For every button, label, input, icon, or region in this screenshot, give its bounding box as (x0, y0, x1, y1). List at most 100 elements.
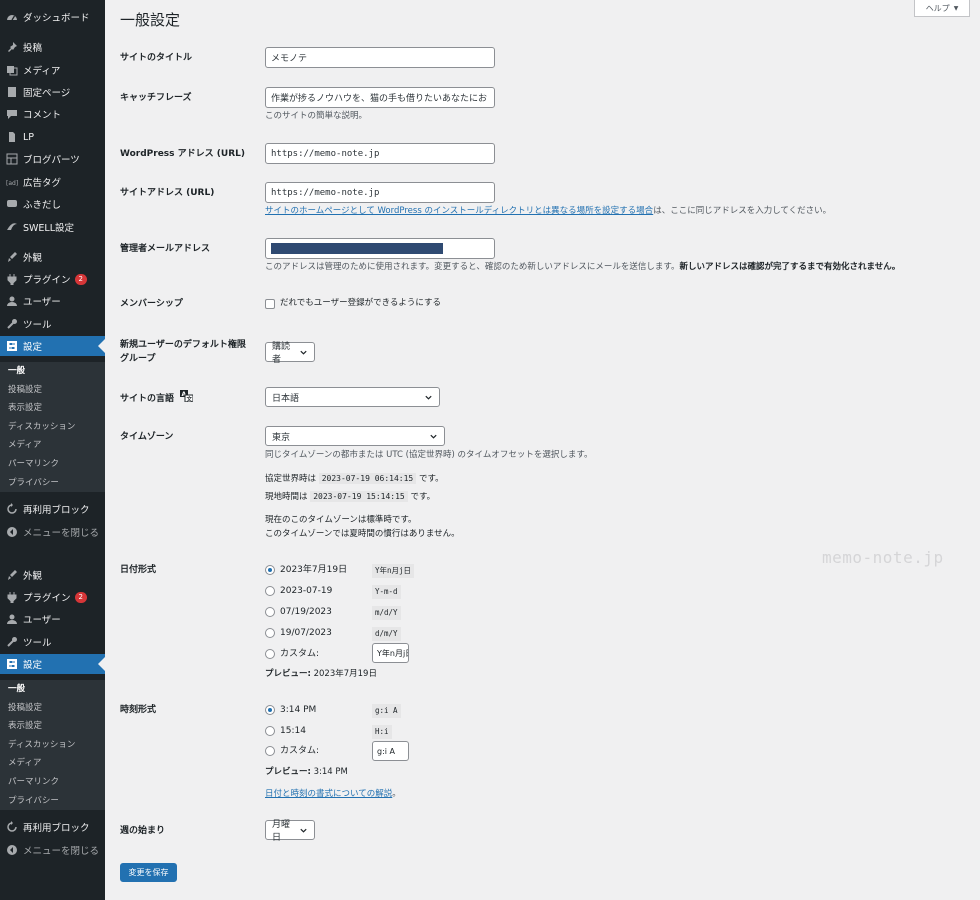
submenu-item-reading[interactable]: 表示設定 (0, 399, 105, 418)
sidebar-item-blog-parts[interactable]: ブログパーツ (0, 149, 105, 169)
timezone-select[interactable]: 東京 (265, 426, 445, 446)
sidebar-item-label: ふきだし (23, 200, 62, 211)
submenu-item-writing[interactable]: 投稿設定 (0, 381, 105, 400)
page-icon (6, 86, 18, 98)
time-format-custom-input[interactable]: g:i A (372, 741, 409, 761)
sidebar-item-reusable-blocks[interactable]: 再利用ブロック (0, 499, 105, 519)
timezone-value: 東京 (272, 432, 291, 443)
sidebar-item-plugins[interactable]: プラグイン 2 (0, 587, 105, 607)
time-format-radio-custom[interactable] (265, 746, 275, 756)
date-format-radio-4[interactable] (265, 628, 275, 638)
document-icon (6, 131, 18, 143)
submenu-item-privacy[interactable]: プライバシー (0, 792, 105, 811)
sidebar-item-users[interactable]: ユーザー (0, 291, 105, 311)
time-format-radio-2[interactable] (265, 726, 275, 736)
default-role-label-line1: 新規ユーザーのデフォルト権限 (120, 340, 246, 350)
collapse-menu-button[interactable]: メニューを閉じる (0, 522, 105, 542)
sidebar-item-media[interactable]: メディア (0, 60, 105, 80)
date-format-radio-custom[interactable] (265, 649, 275, 659)
comment-icon (6, 108, 18, 120)
submenu-item-permalinks[interactable]: パーマリンク (0, 455, 105, 474)
site-title-input[interactable]: メモノテ (265, 47, 495, 68)
help-tab-button[interactable]: ヘルプ ▼ (914, 0, 970, 17)
time-format-radio-1[interactable] (265, 705, 275, 715)
submenu-item-general[interactable]: 一般 (0, 680, 105, 699)
sidebar-item-plugins[interactable]: プラグイン 2 (0, 269, 105, 289)
sidebar-item-appearance[interactable]: 外観 (0, 565, 105, 585)
time-format-custom-label: カスタム: (280, 746, 320, 756)
membership-checkbox-label: だれでもユーザー登録ができるようにする (280, 298, 441, 308)
save-changes-button[interactable]: 変更を保存 (120, 863, 177, 882)
submenu-item-writing[interactable]: 投稿設定 (0, 699, 105, 718)
site-language-select[interactable]: 日本語 (265, 387, 440, 407)
sidebar-item-balloon[interactable]: ふきだし (0, 194, 105, 214)
brush-icon (6, 569, 18, 581)
sidebar-item-tools[interactable]: ツール (0, 314, 105, 334)
submenu-item-discussion[interactable]: ディスカッション (0, 418, 105, 437)
submenu-item-general[interactable]: 一般 (0, 362, 105, 381)
date-format-radio-1[interactable] (265, 565, 275, 575)
site-address-input[interactable]: https://memo-note.jp (265, 182, 495, 203)
admin-email-input[interactable] (265, 238, 495, 259)
date-format-radio-2[interactable] (265, 586, 275, 596)
settings-submenu: 一般 投稿設定 表示設定 ディスカッション メディア パーマリンク プライバシー (0, 362, 105, 493)
week-start-select[interactable]: 月曜日 (265, 820, 315, 843)
watermark: memo-note.jp (822, 548, 944, 567)
wp-address-label: WordPress アドレス (URL) (120, 149, 245, 159)
sidebar-item-label: 設定 (23, 342, 43, 353)
date-format-custom-input[interactable]: Y年n月j日 (372, 643, 409, 663)
submenu-item-privacy[interactable]: プライバシー (0, 474, 105, 493)
site-address-help-link[interactable]: サイトのホームページとして WordPress のインストールディレクトリとは異… (265, 206, 653, 216)
dashboard-icon (6, 11, 18, 23)
tagline-input[interactable]: 作業が捗るノウハウを、猫の手も借りたいあなたにお (265, 87, 495, 108)
sidebar-item-dashboard[interactable]: ダッシュボード (0, 7, 105, 27)
utc-time-line: 協定世界時は 2023-07-19 06:14:15 です。 (265, 472, 444, 486)
sidebar-item-users[interactable]: ユーザー (0, 609, 105, 629)
timezone-standard-note: 現在のこのタイムゾーンは標準時です。 (265, 515, 417, 525)
site-address-description: サイトのホームページとして WordPress のインストールディレクトリとは異… (265, 205, 831, 218)
date-format-option-label: 19/07/2023 (280, 628, 332, 638)
collapse-menu-button[interactable]: メニューを閉じる (0, 840, 105, 860)
submenu-item-media[interactable]: メディア (0, 754, 105, 773)
submenu-item-media[interactable]: メディア (0, 436, 105, 455)
local-time-suffix: です。 (410, 492, 436, 502)
sidebar-item-posts[interactable]: 投稿 (0, 37, 105, 57)
admin-email-description-text: このアドレスは管理のために使用されます。変更すると、確認のため新しいアドレスにメ… (265, 262, 680, 272)
date-format-radio-3[interactable] (265, 607, 275, 617)
time-format-preview: プレビュー: 3:14 PM (265, 766, 348, 779)
submenu-item-reading[interactable]: 表示設定 (0, 717, 105, 736)
date-format-option-label: 2023年7月19日 (280, 565, 348, 575)
sidebar-item-settings[interactable]: 設定 (0, 336, 105, 356)
sidebar-item-comments[interactable]: コメント (0, 104, 105, 124)
sidebar-item-pages[interactable]: 固定ページ (0, 82, 105, 102)
sidebar-item-lp[interactable]: LP (0, 127, 105, 147)
week-start-value: 月曜日 (272, 820, 291, 843)
sidebar-item-label: プラグイン (23, 593, 71, 604)
default-role-select[interactable]: 購読者 (265, 342, 315, 365)
datetime-doc-suffix: 。 (392, 789, 401, 799)
datetime-doc-link[interactable]: 日付と時刻の書式についての解説 (265, 789, 392, 799)
sidebar-item-label: ツール (23, 320, 52, 331)
sidebar-item-label: メディア (23, 66, 61, 77)
sidebar-item-settings[interactable]: 設定 (0, 654, 105, 674)
sidebar-item-appearance[interactable]: 外観 (0, 247, 105, 267)
admin-email-description: このアドレスは管理のために使用されます。変更すると、確認のため新しいアドレスにメ… (265, 261, 900, 274)
date-format-label: 日付形式 (120, 565, 157, 575)
date-format-code: d/m/Y (372, 627, 401, 641)
submenu-item-discussion[interactable]: ディスカッション (0, 736, 105, 755)
sidebar-item-reusable-blocks[interactable]: 再利用ブロック (0, 817, 105, 837)
sidebar-item-label: 外観 (23, 253, 43, 264)
chevron-down-icon (430, 434, 437, 439)
sidebar-item-tools[interactable]: ツール (0, 632, 105, 652)
submenu-item-permalinks[interactable]: パーマリンク (0, 773, 105, 792)
membership-checkbox[interactable] (265, 299, 275, 309)
sidebar-item-swell-settings[interactable]: SWELL設定 (0, 217, 105, 237)
page-title: 一般設定 (120, 11, 181, 29)
default-role-value: 購読者 (272, 342, 291, 365)
sidebar-item-ad-tags[interactable]: [ad] 広告タグ (0, 172, 105, 192)
time-format-code: H:i (372, 725, 392, 739)
collapse-icon (6, 844, 18, 856)
sidebar-item-label: SWELL設定 (23, 223, 75, 234)
sidebar-item-label: 再利用ブロック (23, 823, 90, 834)
wp-address-input[interactable]: https://memo-note.jp (265, 143, 495, 164)
